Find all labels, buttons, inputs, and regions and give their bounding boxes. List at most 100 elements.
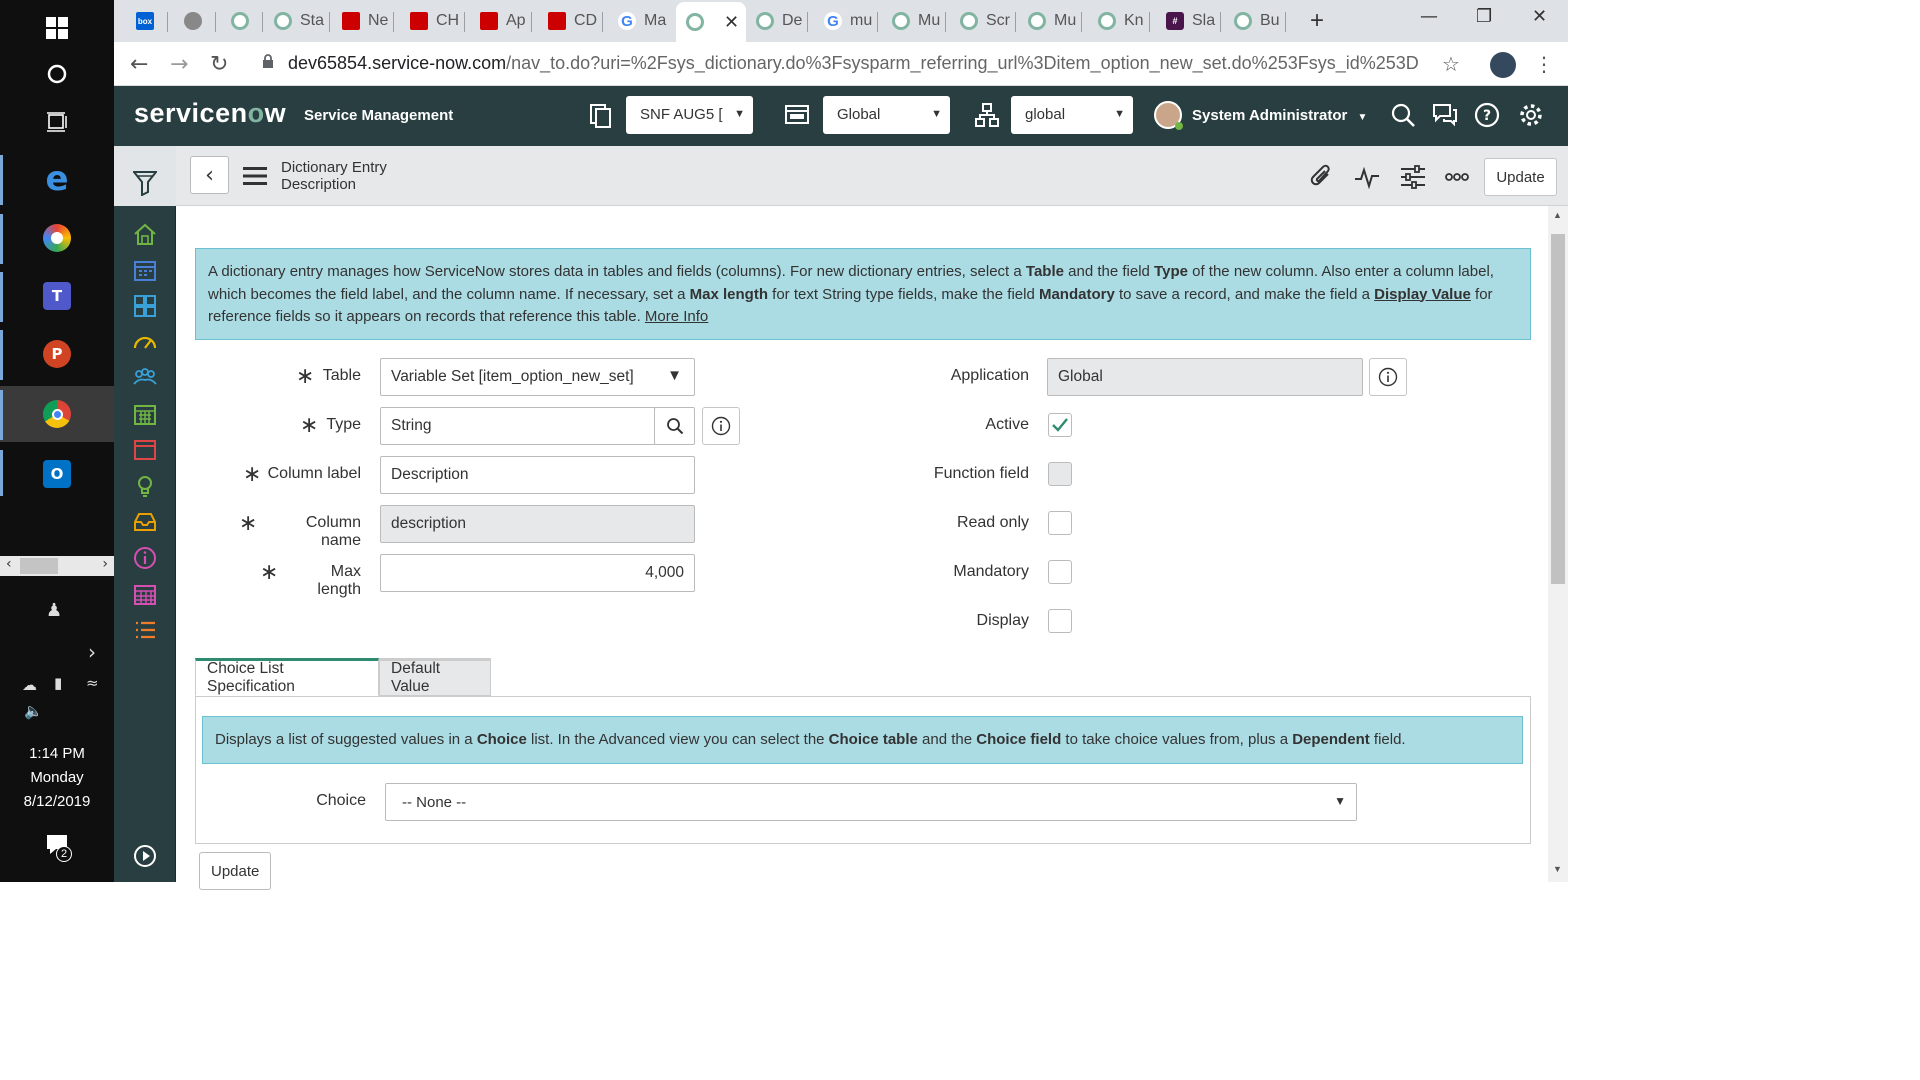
tab-choice-list-specification[interactable]: Choice List Specification (195, 658, 379, 696)
browser-tab[interactable] (231, 6, 263, 36)
forward-arrow-icon[interactable]: → (170, 52, 188, 77)
filter-navigator-button[interactable] (114, 146, 176, 206)
update-button[interactable]: Update (1484, 158, 1557, 196)
paperclip-icon[interactable] (1309, 164, 1335, 190)
display-value-link[interactable]: Display Value (1374, 286, 1471, 303)
back-arrow-icon[interactable]: ← (130, 52, 148, 77)
info-circle-icon[interactable] (133, 546, 157, 570)
settings-gear-icon[interactable] (1518, 102, 1544, 128)
browser-tab[interactable]: Sta (274, 6, 331, 36)
maximize-button[interactable]: ❐ (1476, 6, 1492, 27)
more-options-icon[interactable] (1444, 164, 1470, 190)
browser-tab-active[interactable]: ✕ (676, 2, 746, 42)
read-only-checkbox[interactable] (1048, 511, 1072, 535)
lightbulb-icon[interactable] (133, 474, 157, 498)
notifications-button[interactable]: 2 (46, 834, 72, 862)
scroll-down-icon[interactable]: ▼ (1553, 864, 1562, 874)
update-button-bottom[interactable]: Update (199, 852, 271, 890)
taskbar-scrollbar[interactable]: ‹ › (0, 556, 114, 576)
more-info-link[interactable]: More Info (645, 308, 708, 325)
connect-chat-icon[interactable] (1432, 102, 1458, 128)
browser-tab[interactable]: # Sla (1166, 6, 1222, 36)
scroll-right-icon[interactable]: › (102, 556, 108, 572)
column-label-input[interactable]: Description (380, 456, 695, 494)
task-view-button[interactable] (0, 94, 114, 150)
type-lookup-button[interactable] (654, 407, 695, 445)
close-tab-icon[interactable]: ✕ (724, 12, 739, 33)
max-length-input[interactable]: 4,000 (380, 554, 695, 592)
mandatory-checkbox[interactable] (1048, 560, 1072, 584)
home-icon[interactable] (133, 222, 157, 246)
battery-icon[interactable]: ▮ (54, 674, 62, 692)
taskbar-clock[interactable]: 1:14 PM Monday 8/12/2019 (0, 742, 114, 814)
help-icon[interactable]: ? (1474, 102, 1500, 128)
browser-tab[interactable]: Gmu (824, 6, 879, 36)
back-button[interactable]: ‹ (190, 156, 229, 194)
schedule-icon[interactable] (133, 402, 157, 426)
bookmark-star-icon[interactable]: ☆ (1442, 52, 1460, 76)
browser-tab[interactable]: Scr (960, 6, 1016, 36)
display-checkbox[interactable] (1048, 609, 1072, 633)
browser-tab[interactable]: Ap (480, 6, 532, 36)
team-icon[interactable] (133, 366, 157, 390)
taskbar-edge[interactable]: e (0, 151, 114, 207)
profile-avatar[interactable] (1490, 52, 1516, 78)
activity-pulse-icon[interactable] (1354, 164, 1380, 190)
taskbar-powerpoint[interactable]: P (0, 326, 114, 382)
update-set-picker[interactable]: SNF AUG5 [▼ (626, 96, 753, 134)
browser-tab[interactable]: CD (548, 6, 604, 36)
minimize-button[interactable]: — (1420, 6, 1438, 27)
browser-tab[interactable]: De (756, 6, 809, 36)
browser-tab[interactable]: G Ma (618, 6, 666, 36)
onedrive-icon[interactable]: ☁ (22, 676, 37, 694)
browser-tab[interactable]: box (136, 6, 168, 36)
choice-select[interactable]: -- None -- ▼ (385, 783, 1357, 821)
table-select[interactable]: Variable Set [item_option_new_set] ▼ (380, 358, 695, 396)
taskbar-chrome[interactable] (0, 386, 114, 442)
calendar-grid-icon[interactable] (133, 582, 157, 606)
scroll-up-icon[interactable]: ▲ (1553, 210, 1562, 220)
browser-tab[interactable]: Kn (1098, 6, 1150, 36)
search-icon[interactable] (1390, 102, 1416, 128)
active-checkbox[interactable] (1048, 413, 1072, 437)
chevron-right-icon[interactable]: › (88, 640, 96, 664)
play-circle-icon[interactable] (133, 844, 157, 868)
lock-icon[interactable] (262, 54, 274, 68)
taskbar-teams[interactable]: T (0, 268, 114, 324)
url-field[interactable]: dev65854.service-now.com/nav_to.do?uri=%… (288, 53, 1418, 74)
scroll-thumb[interactable] (1551, 234, 1565, 584)
scroll-thumb[interactable] (20, 558, 58, 574)
dashboard-grid-icon[interactable] (133, 294, 157, 318)
calendar-icon[interactable] (133, 258, 157, 282)
new-tab-button[interactable]: + (1310, 6, 1324, 36)
servicenow-logo[interactable]: servicenow (134, 98, 286, 129)
user-menu[interactable]: System Administrator ▼ (1192, 107, 1367, 124)
tab-default-value[interactable]: Default Value (379, 658, 491, 696)
taskbar-chrome-canary[interactable] (0, 210, 114, 266)
browser-window-icon[interactable] (133, 438, 157, 462)
kebab-menu-icon[interactable]: ⋮ (1534, 52, 1554, 76)
inbox-icon[interactable] (133, 510, 157, 534)
type-info-button[interactable] (702, 407, 740, 445)
application-scope-picker[interactable]: Global ▼ (823, 96, 950, 134)
context-menu-icon[interactable] (243, 166, 267, 186)
browser-tab[interactable]: Ne (342, 6, 395, 36)
domain-picker[interactable]: global ▼ (1011, 96, 1133, 134)
list-icon[interactable] (133, 618, 157, 642)
browser-tab[interactable]: Mu (892, 6, 947, 36)
type-input[interactable]: String (380, 407, 656, 445)
taskbar-outlook[interactable]: O (0, 446, 114, 502)
scroll-left-icon[interactable]: ‹ (6, 556, 12, 572)
browser-tab[interactable]: Mu (1028, 6, 1083, 36)
volume-icon[interactable]: 🔈 (24, 702, 43, 720)
speedometer-icon[interactable] (133, 330, 157, 354)
browser-tab[interactable]: CH (410, 6, 466, 36)
people-icon[interactable]: ♟ (46, 600, 62, 621)
browser-tab[interactable]: Bu (1234, 6, 1286, 36)
reload-icon[interactable]: ↻ (210, 52, 228, 77)
application-info-button[interactable] (1369, 358, 1407, 396)
page-scrollbar[interactable]: ▲ ▼ (1548, 206, 1568, 882)
browser-tab[interactable] (184, 6, 216, 36)
close-window-button[interactable]: ✕ (1532, 6, 1547, 27)
wifi-icon[interactable]: ≈ (86, 674, 99, 692)
